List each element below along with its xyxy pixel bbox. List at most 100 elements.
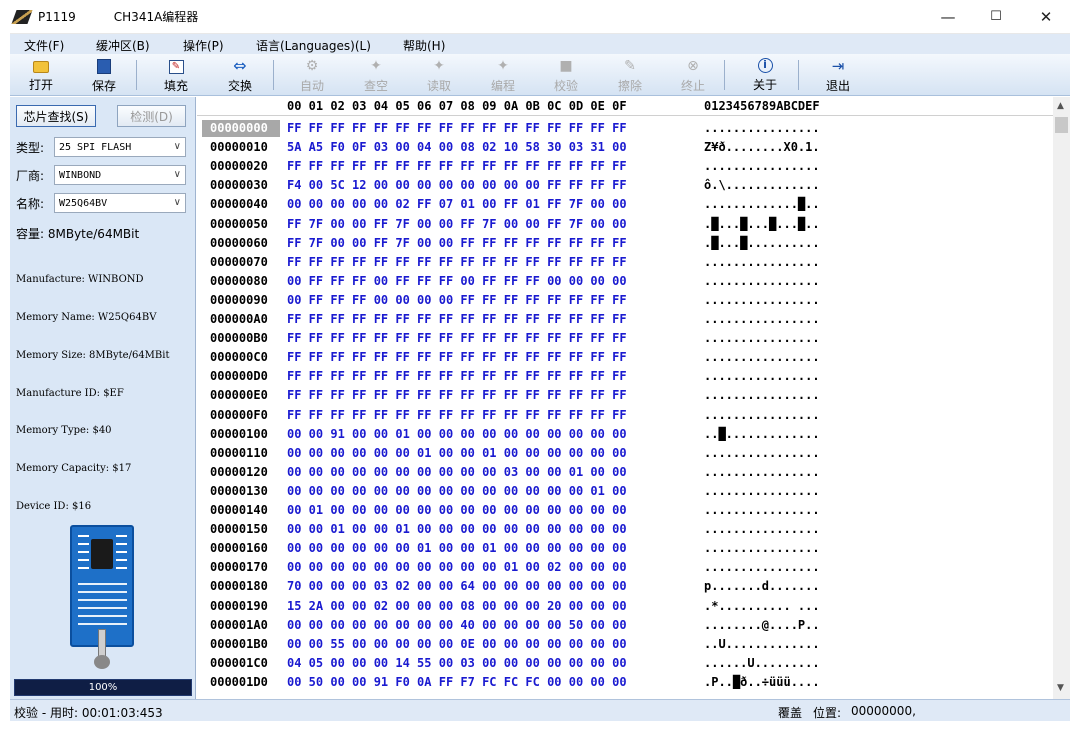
hex-row[interactable]: 000000F0 FF FF FF FF FF FF FF FF FF FF FF…: [197, 407, 1053, 426]
menu-buffer[interactable]: 缓冲区(B): [96, 37, 150, 54]
row-bytes[interactable]: 00 00 00 00 00 02 FF 07 01 00 FF 01 FF 7…: [287, 197, 627, 211]
hex-row[interactable]: 00000180 70 00 00 00 03 02 00 00 64 00 00…: [197, 578, 1053, 597]
row-bytes[interactable]: 00 00 00 00 00 00 01 00 00 01 00 00 00 0…: [287, 446, 627, 460]
menu-help[interactable]: 帮助(H): [403, 37, 445, 54]
hex-row[interactable]: 00000030 F4 00 5C 12 00 00 00 00 00 00 00…: [197, 177, 1053, 196]
row-ascii[interactable]: Z¥ð........X0.1.: [704, 140, 820, 154]
row-ascii[interactable]: ................: [704, 312, 820, 326]
row-ascii[interactable]: ................: [704, 274, 820, 288]
row-bytes[interactable]: 00 00 01 00 00 01 00 00 00 00 00 00 00 0…: [287, 522, 627, 536]
hex-row[interactable]: 000000C0 FF FF FF FF FF FF FF FF FF FF FF…: [197, 349, 1053, 368]
row-bytes[interactable]: F4 00 5C 12 00 00 00 00 00 00 00 00 FF F…: [287, 178, 627, 192]
row-bytes[interactable]: FF FF FF FF FF FF FF FF FF FF FF FF FF F…: [287, 312, 627, 326]
row-bytes[interactable]: 00 00 00 00 00 00 00 00 00 00 01 00 02 0…: [287, 560, 627, 574]
row-ascii[interactable]: ................: [704, 369, 820, 383]
verify-button[interactable]: ■ 校验: [541, 56, 591, 96]
row-ascii[interactable]: ................: [704, 541, 820, 555]
row-ascii[interactable]: ................: [704, 159, 820, 173]
hex-row[interactable]: 00000000 FF FF FF FF FF FF FF FF FF FF FF…: [197, 120, 1053, 139]
hex-row[interactable]: 00000110 00 00 00 00 00 00 01 00 00 01 00…: [197, 445, 1053, 464]
row-ascii[interactable]: .*.......... ...: [704, 599, 820, 613]
row-bytes[interactable]: FF FF FF FF FF FF FF FF FF FF FF FF FF F…: [287, 369, 627, 383]
open-button[interactable]: 打开: [16, 56, 66, 96]
row-ascii[interactable]: ................: [704, 484, 820, 498]
row-bytes[interactable]: 00 00 00 00 00 00 00 00 00 00 00 00 00 0…: [287, 484, 627, 498]
row-ascii[interactable]: ................: [704, 350, 820, 364]
row-ascii[interactable]: ........@....P..: [704, 618, 820, 632]
program-button[interactable]: ✦ 编程: [478, 56, 528, 96]
row-ascii[interactable]: ................: [704, 255, 820, 269]
row-ascii[interactable]: ................: [704, 121, 820, 135]
about-button[interactable]: i 关于: [740, 56, 790, 96]
hex-row[interactable]: 00000020 FF FF FF FF FF FF FF FF FF FF FF…: [197, 158, 1053, 177]
row-ascii[interactable]: ................: [704, 388, 820, 402]
row-ascii[interactable]: ................: [704, 522, 820, 536]
swap-button[interactable]: ⇔ 交换: [215, 56, 265, 96]
row-ascii[interactable]: .............█..: [704, 197, 820, 211]
hex-row[interactable]: 00000190 15 2A 00 00 02 00 00 00 08 00 00…: [197, 598, 1053, 617]
vertical-scrollbar[interactable]: ▲ ▼: [1053, 97, 1070, 699]
row-bytes[interactable]: FF 7F 00 00 FF 7F 00 00 FF 7F 00 00 FF 7…: [287, 217, 627, 231]
row-ascii[interactable]: ................: [704, 465, 820, 479]
hex-row[interactable]: 00000040 00 00 00 00 00 02 FF 07 01 00 FF…: [197, 196, 1053, 215]
row-bytes[interactable]: 00 00 00 00 00 00 01 00 00 01 00 00 00 0…: [287, 541, 627, 555]
row-ascii[interactable]: ......U.........: [704, 656, 820, 670]
stop-button[interactable]: ⊗ 终止: [668, 56, 718, 96]
hex-row[interactable]: 000000A0 FF FF FF FF FF FF FF FF FF FF FF…: [197, 311, 1053, 330]
vendor-select[interactable]: WINBOND ∨: [54, 165, 186, 185]
row-bytes[interactable]: 00 00 00 00 00 00 00 00 40 00 00 00 00 5…: [287, 618, 627, 632]
detect-button[interactable]: 检测(D): [117, 105, 186, 127]
close-button[interactable]: ✕: [1023, 0, 1069, 33]
auto-button[interactable]: ⚙ 自动: [287, 56, 337, 96]
fill-button[interactable]: ✎ 填充: [151, 56, 201, 96]
row-bytes[interactable]: 00 FF FF FF 00 00 00 00 FF FF FF FF FF F…: [287, 293, 627, 307]
hex-row[interactable]: 00000150 00 00 01 00 00 01 00 00 00 00 00…: [197, 521, 1053, 540]
row-ascii[interactable]: .█...█...█...█..: [704, 217, 820, 231]
row-ascii[interactable]: ................: [704, 560, 820, 574]
name-select[interactable]: W25Q64BV ∨: [54, 193, 186, 213]
row-ascii[interactable]: .█...█..........: [704, 236, 820, 250]
row-bytes[interactable]: FF FF FF FF FF FF FF FF FF FF FF FF FF F…: [287, 331, 627, 345]
row-bytes[interactable]: FF FF FF FF FF FF FF FF FF FF FF FF FF F…: [287, 255, 627, 269]
exit-button[interactable]: ⇥ 退出: [813, 56, 863, 96]
menu-operation[interactable]: 操作(P): [183, 37, 224, 54]
hex-row[interactable]: 00000140 00 01 00 00 00 00 00 00 00 00 00…: [197, 502, 1053, 521]
hex-row[interactable]: 000000D0 FF FF FF FF FF FF FF FF FF FF FF…: [197, 368, 1053, 387]
hex-row[interactable]: 00000160 00 00 00 00 00 00 01 00 00 01 00…: [197, 540, 1053, 559]
row-bytes[interactable]: 00 50 00 00 91 F0 0A FF F7 FC FC FC 00 0…: [287, 675, 627, 689]
scroll-thumb[interactable]: [1055, 117, 1068, 133]
row-bytes[interactable]: FF 7F 00 00 FF 7F 00 00 FF FF FF FF FF F…: [287, 236, 627, 250]
hex-row[interactable]: 00000170 00 00 00 00 00 00 00 00 00 00 01…: [197, 559, 1053, 578]
hex-row[interactable]: 00000130 00 00 00 00 00 00 00 00 00 00 00…: [197, 483, 1053, 502]
row-bytes[interactable]: FF FF FF FF FF FF FF FF FF FF FF FF FF F…: [287, 121, 627, 135]
row-ascii[interactable]: ................: [704, 293, 820, 307]
hex-row[interactable]: 00000070 FF FF FF FF FF FF FF FF FF FF FF…: [197, 254, 1053, 273]
hex-row[interactable]: 000000E0 FF FF FF FF FF FF FF FF FF FF FF…: [197, 387, 1053, 406]
row-ascii[interactable]: ................: [704, 503, 820, 517]
row-ascii[interactable]: ..U.............: [704, 637, 820, 651]
hex-row[interactable]: 00000100 00 00 91 00 00 01 00 00 00 00 00…: [197, 426, 1053, 445]
row-bytes[interactable]: FF FF FF FF FF FF FF FF FF FF FF FF FF F…: [287, 159, 627, 173]
hex-row[interactable]: 00000050 FF 7F 00 00 FF 7F 00 00 FF 7F 00…: [197, 216, 1053, 235]
scroll-up-icon[interactable]: ▲: [1057, 101, 1064, 111]
scroll-down-icon[interactable]: ▼: [1057, 683, 1064, 693]
row-bytes[interactable]: FF FF FF FF FF FF FF FF FF FF FF FF FF F…: [287, 388, 627, 402]
type-select[interactable]: 25 SPI FLASH ∨: [54, 137, 186, 157]
hex-row[interactable]: 000001B0 00 00 55 00 00 00 00 00 0E 00 00…: [197, 636, 1053, 655]
save-button[interactable]: 保存: [79, 56, 129, 96]
hex-row[interactable]: 000000B0 FF FF FF FF FF FF FF FF FF FF FF…: [197, 330, 1053, 349]
row-bytes[interactable]: 00 FF FF FF 00 FF FF FF 00 FF FF FF 00 0…: [287, 274, 627, 288]
row-bytes[interactable]: FF FF FF FF FF FF FF FF FF FF FF FF FF F…: [287, 350, 627, 364]
erase-button[interactable]: ✎ 擦除: [605, 56, 655, 96]
hex-row[interactable]: 00000120 00 00 00 00 00 00 00 00 00 00 03…: [197, 464, 1053, 483]
hex-row[interactable]: 000001A0 00 00 00 00 00 00 00 00 40 00 00…: [197, 617, 1053, 636]
minimize-button[interactable]: —: [925, 0, 971, 33]
row-ascii[interactable]: ................: [704, 446, 820, 460]
row-ascii[interactable]: p.......d.......: [704, 579, 820, 593]
row-bytes[interactable]: 04 05 00 00 00 14 55 00 03 00 00 00 00 0…: [287, 656, 627, 670]
row-bytes[interactable]: 15 2A 00 00 02 00 00 00 08 00 00 00 20 0…: [287, 599, 627, 613]
row-bytes[interactable]: 00 00 55 00 00 00 00 00 0E 00 00 00 00 0…: [287, 637, 627, 651]
row-bytes[interactable]: 00 00 00 00 00 00 00 00 00 00 03 00 00 0…: [287, 465, 627, 479]
hex-row[interactable]: 000001C0 04 05 00 00 00 14 55 00 03 00 00…: [197, 655, 1053, 674]
row-ascii[interactable]: ô.\.............: [704, 178, 820, 192]
